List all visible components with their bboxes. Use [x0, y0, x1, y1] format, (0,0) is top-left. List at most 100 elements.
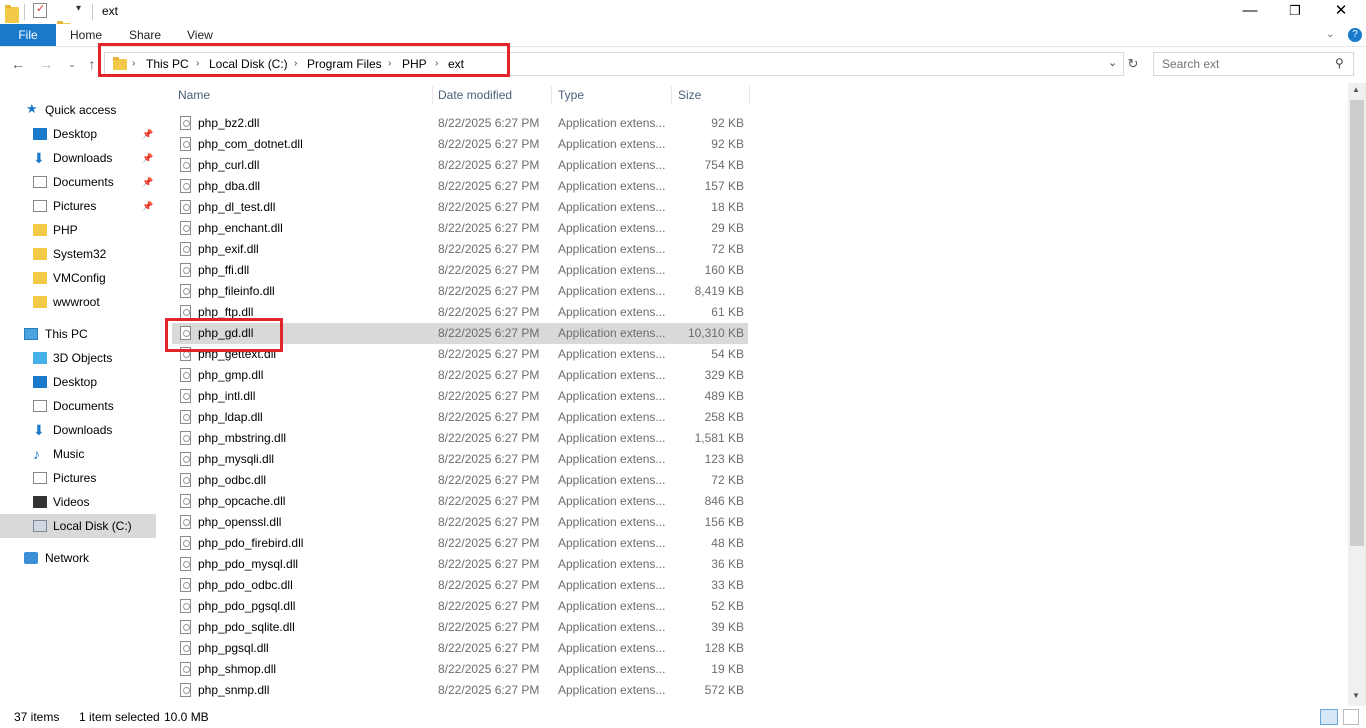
expand-ribbon-icon[interactable]: ⌄ — [1326, 24, 1334, 46]
sidebar-item-pc-3d-objects[interactable]: 3D Objects — [0, 346, 156, 370]
table-row[interactable]: php_intl.dll 8/22/2025 6:27 PM Application… — [172, 386, 748, 407]
file-date: 8/22/2025 6:27 PM — [438, 536, 540, 550]
table-row[interactable]: php_com_dotnet.dll 8/22/2025 6:27 PM Appli… — [172, 134, 748, 155]
file-size: 72 KB — [711, 473, 744, 487]
column-header-type[interactable]: Type — [552, 86, 672, 104]
table-row[interactable]: php_shmop.dll 8/22/2025 6:27 PM Applicatio… — [172, 659, 748, 680]
file-size: 1,581 KB — [694, 431, 744, 445]
desktop-icon — [33, 128, 47, 140]
file-date: 8/22/2025 6:27 PM — [438, 662, 540, 676]
sidebar-item-pictures[interactable]: Pictures 📌 — [0, 194, 156, 218]
large-icons-view-icon[interactable] — [1343, 709, 1359, 725]
nav-label: PHP — [53, 223, 78, 237]
file-date: 8/22/2025 6:27 PM — [438, 515, 540, 529]
file-type: Application extens... — [558, 116, 666, 130]
nav-label: Videos — [53, 495, 90, 509]
table-row[interactable]: php_snmp.dll 8/22/2025 6:27 PM Application… — [172, 680, 748, 701]
dll-file-icon — [180, 557, 191, 571]
sidebar-item-pc-downloads[interactable]: ⬇ Downloads — [0, 418, 156, 442]
pin-icon[interactable]: 📌 — [142, 194, 153, 218]
nav-this-pc[interactable]: This PC — [0, 322, 156, 346]
table-row[interactable]: php_pdo_mysql.dll 8/22/2025 6:27 PM Applic… — [172, 554, 748, 575]
dll-file-icon — [180, 242, 191, 256]
file-size: 19 KB — [711, 662, 744, 676]
forward-arrow-icon[interactable]: → — [36, 55, 56, 73]
nav-quick-access[interactable]: ★ Quick access — [0, 98, 156, 122]
file-name: php_mysqli.dll — [198, 452, 275, 466]
properties-icon[interactable]: ✓ — [33, 3, 47, 18]
table-row[interactable]: php_gmp.dll 8/22/2025 6:27 PM Application … — [172, 365, 748, 386]
file-name: php_gmp.dll — [198, 368, 264, 382]
customize-toolbar-icon[interactable]: ▾ — [76, 3, 81, 19]
tab-file[interactable]: File — [0, 24, 56, 46]
column-header-date[interactable]: Date modified — [432, 86, 552, 104]
table-row[interactable]: php_enchant.dll 8/22/2025 6:27 PM Applicat… — [172, 218, 748, 239]
close-button[interactable]: ✕ — [1318, 0, 1364, 24]
dll-file-icon — [180, 137, 191, 151]
sidebar-item-pc-music[interactable]: ♪ Music — [0, 442, 156, 466]
scroll-down-icon[interactable]: ▼ — [1352, 691, 1360, 700]
table-row[interactable]: php_curl.dll 8/22/2025 6:27 PM Application… — [172, 155, 748, 176]
file-name: php_ldap.dll — [198, 410, 263, 424]
pin-icon[interactable]: 📌 — [142, 170, 153, 194]
table-row[interactable]: php_pdo_sqlite.dll 8/22/2025 6:27 PM Appli… — [172, 617, 748, 638]
table-row[interactable]: php_pdo_pgsql.dll 8/22/2025 6:27 PM Applic… — [172, 596, 748, 617]
file-date: 8/22/2025 6:27 PM — [438, 599, 540, 613]
table-row[interactable]: php_ffi.dll 8/22/2025 6:27 PM Application … — [172, 260, 748, 281]
table-row[interactable]: php_dl_test.dll 8/22/2025 6:27 PM Applicat… — [172, 197, 748, 218]
table-row[interactable]: php_mbstring.dll 8/22/2025 6:27 PM Applica… — [172, 428, 748, 449]
table-row[interactable]: php_opcache.dll 8/22/2025 6:27 PM Applicat… — [172, 491, 748, 512]
sidebar-item-pc-videos[interactable]: Videos — [0, 490, 156, 514]
minimize-button[interactable]: — — [1227, 0, 1273, 24]
sidebar-item-pc-documents[interactable]: Documents — [0, 394, 156, 418]
table-row[interactable]: php_openssl.dll 8/22/2025 6:27 PM Applicat… — [172, 512, 748, 533]
table-row[interactable]: php_bz2.dll 8/22/2025 6:27 PM Application … — [172, 113, 748, 134]
scroll-up-icon[interactable]: ▲ — [1352, 85, 1360, 94]
table-row[interactable]: php_ldap.dll 8/22/2025 6:27 PM Application… — [172, 407, 748, 428]
search-input[interactable] — [1160, 53, 1324, 75]
sidebar-item-pc-pictures[interactable]: Pictures — [0, 466, 156, 490]
sidebar-item-vmconfig[interactable]: VMConfig — [0, 266, 156, 290]
table-row[interactable]: php_pdo_firebird.dll 8/22/2025 6:27 PM App… — [172, 533, 748, 554]
table-row[interactable]: php_exif.dll 8/22/2025 6:27 PM Application… — [172, 239, 748, 260]
file-size: 54 KB — [711, 347, 744, 361]
sidebar-item-system32[interactable]: System32 — [0, 242, 156, 266]
file-name: php_com_dotnet.dll — [198, 137, 303, 151]
help-icon[interactable]: ? — [1348, 28, 1362, 42]
sidebar-item-pc-desktop[interactable]: Desktop — [0, 370, 156, 394]
recent-locations-icon[interactable]: ⌄ — [62, 55, 82, 73]
refresh-icon[interactable]: ↻ — [1124, 53, 1142, 75]
scrollbar-thumb[interactable] — [1350, 100, 1364, 546]
table-row[interactable]: php_pgsql.dll 8/22/2025 6:27 PM Applicatio… — [172, 638, 748, 659]
pin-icon[interactable]: 📌 — [142, 146, 153, 170]
table-row[interactable]: php_mysqli.dll 8/22/2025 6:27 PM Applicati… — [172, 449, 748, 470]
file-type: Application extens... — [558, 347, 666, 361]
file-type: Application extens... — [558, 284, 666, 298]
back-arrow-icon[interactable]: ← — [8, 55, 28, 73]
table-row[interactable]: php_odbc.dll 8/22/2025 6:27 PM Application… — [172, 470, 748, 491]
file-date: 8/22/2025 6:27 PM — [438, 641, 540, 655]
nav-label: Desktop — [53, 127, 98, 141]
sidebar-item-documents[interactable]: Documents 📌 — [0, 170, 156, 194]
pin-icon[interactable]: 📌 — [142, 122, 153, 146]
search-box[interactable]: ⚲ — [1153, 52, 1354, 76]
file-type: Application extens... — [558, 305, 666, 319]
details-view-icon[interactable] — [1320, 709, 1338, 725]
nav-network[interactable]: Network — [0, 546, 156, 570]
sidebar-item-php[interactable]: PHP — [0, 218, 156, 242]
dll-file-icon — [180, 494, 191, 508]
sidebar-item-desktop[interactable]: Desktop 📌 — [0, 122, 156, 146]
file-date: 8/22/2025 6:27 PM — [438, 116, 540, 130]
column-header-size[interactable]: Size — [672, 86, 750, 104]
table-row[interactable]: php_pdo_odbc.dll 8/22/2025 6:27 PM Applica… — [172, 575, 748, 596]
sidebar-item-pc-local-disk-c-[interactable]: Local Disk (C:) — [0, 514, 156, 538]
table-row[interactable]: php_dba.dll 8/22/2025 6:27 PM Application … — [172, 176, 748, 197]
table-row[interactable]: php_fileinfo.dll 8/22/2025 6:27 PM Applica… — [172, 281, 748, 302]
search-icon[interactable]: ⚲ — [1335, 56, 1344, 70]
sidebar-item-wwwroot[interactable]: wwwroot — [0, 290, 156, 314]
file-type: Application extens... — [558, 494, 666, 508]
file-size: 123 KB — [704, 452, 744, 466]
maximize-button[interactable]: ❐ — [1272, 0, 1318, 24]
sidebar-item-downloads[interactable]: ⬇ Downloads 📌 — [0, 146, 156, 170]
address-dropdown-icon[interactable]: ⌄ — [1108, 56, 1117, 69]
